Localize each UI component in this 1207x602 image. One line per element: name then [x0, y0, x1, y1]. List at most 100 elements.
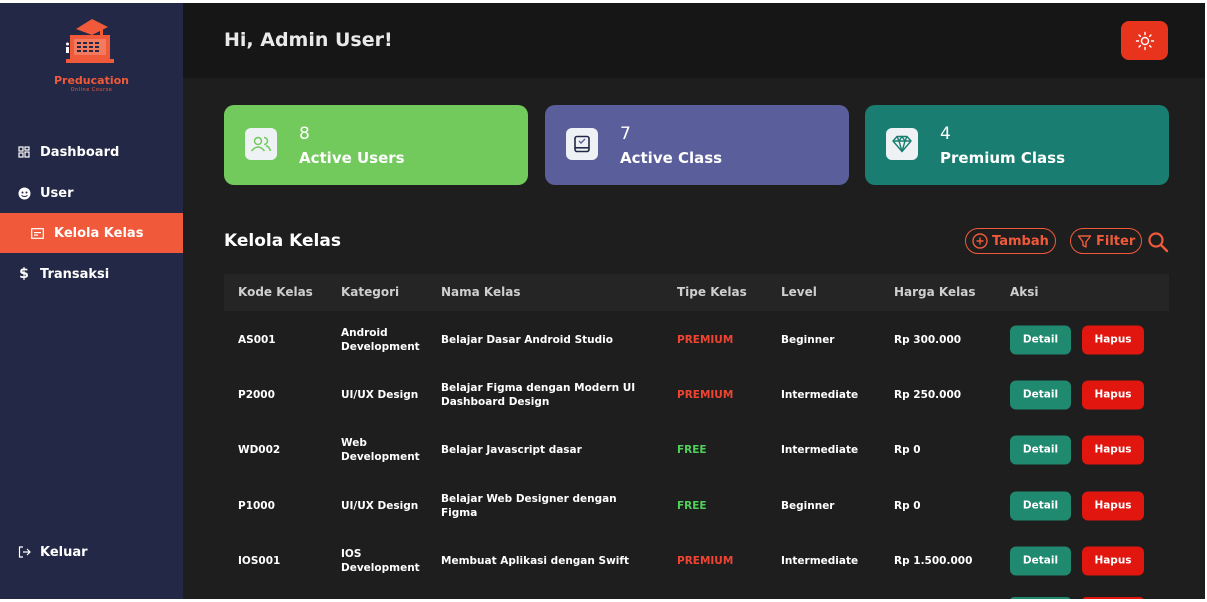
theme-toggle-button[interactable]: [1121, 21, 1168, 60]
sidebar-item-label: Dashboard: [40, 144, 120, 160]
table-row: AS001 Android Development Belajar Dasar …: [224, 312, 1169, 367]
sidebar-item-label: Transaksi: [40, 266, 110, 282]
cell-kategori: UI/UX Design: [341, 499, 419, 512]
sidebar-item-user[interactable]: User: [0, 173, 183, 213]
hapus-button[interactable]: Hapus: [1082, 435, 1144, 464]
table-header: Kode Kelas Kategori Nama Kelas Tipe Kela…: [224, 274, 1169, 311]
cell-level: Beginner: [781, 333, 835, 346]
detail-button[interactable]: Detail: [1010, 380, 1071, 409]
search-button[interactable]: [1147, 231, 1169, 253]
table-row: WD002 Web Development Belajar Javascript…: [224, 422, 1169, 477]
top-header: Hi, Admin User!: [183, 3, 1205, 78]
users-icon: [245, 128, 277, 160]
cell-kategori: Web Development: [341, 436, 420, 463]
cell-harga: Rp 300.000: [894, 333, 962, 346]
column-header-kategori[interactable]: Kategori: [341, 285, 399, 299]
table-row: P1000 UI/UX Design Belajar Web Designer …: [224, 478, 1169, 533]
cell-tipe: PREMIUM: [677, 388, 734, 401]
cell-kode: IOS001: [238, 554, 281, 567]
sidebar-item-label: User: [40, 185, 74, 201]
cell-nama: Belajar Web Designer dengan Figma: [441, 492, 617, 519]
column-header-aksi: Aksi: [1010, 285, 1039, 299]
plus-circle-icon: [972, 233, 988, 249]
column-header-tipe[interactable]: Tipe Kelas: [677, 285, 747, 299]
hapus-button[interactable]: Hapus: [1082, 325, 1144, 354]
table-row: IOS001 IOS Development Membuat Aplikasi …: [224, 533, 1169, 588]
sidebar: Preducation Online Course Dashboard User…: [0, 3, 183, 599]
sidebar-item-kelola-kelas[interactable]: Kelola Kelas: [0, 213, 183, 253]
column-header-kode[interactable]: Kode Kelas: [238, 285, 313, 299]
cell-nama: Belajar Javascript dasar: [441, 443, 582, 456]
filter-button[interactable]: Filter: [1070, 228, 1143, 254]
cell-tipe: PREMIUM: [677, 333, 734, 346]
cell-nama: Belajar Figma dengan Modern UI Dashboard…: [441, 381, 636, 408]
cell-level: Intermediate: [781, 443, 859, 456]
app-window: Preducation Online Course Dashboard User…: [0, 3, 1205, 599]
stat-card-premium-class[interactable]: 4 Premium Class: [865, 105, 1169, 185]
add-button[interactable]: Tambah: [965, 228, 1056, 254]
detail-button[interactable]: Detail: [1010, 546, 1071, 575]
brand-logo[interactable]: Preducation Online Course: [0, 15, 183, 95]
hapus-button[interactable]: Hapus: [1082, 380, 1144, 409]
cell-level: Intermediate: [781, 554, 859, 567]
column-header-nama[interactable]: Nama Kelas: [441, 285, 521, 299]
detail-button[interactable]: Detail: [1010, 491, 1071, 520]
cell-nama: Belajar Dasar Android Studio: [441, 333, 613, 346]
cell-kategori: UI/UX Design: [341, 388, 419, 401]
user-circle-icon: [17, 186, 31, 200]
laptop-logo-icon: [66, 19, 114, 63]
cell-tipe: PREMIUM: [677, 554, 734, 567]
brand-tagline: Online Course: [70, 87, 113, 93]
logout-button[interactable]: Keluar: [0, 532, 183, 572]
filter-icon: [1077, 234, 1092, 248]
stat-value: 4: [940, 124, 951, 144]
detail-button[interactable]: Detail: [1010, 325, 1071, 354]
brand-name: Preducation: [53, 74, 129, 87]
detail-button-partial[interactable]: [1010, 597, 1071, 599]
sidebar-item-transaksi[interactable]: $ Transaksi: [0, 254, 183, 294]
grid-icon: [17, 145, 31, 159]
column-header-harga[interactable]: Harga Kelas: [894, 285, 976, 299]
cell-tipe: FREE: [677, 443, 707, 456]
detail-button[interactable]: Detail: [1010, 435, 1071, 464]
cell-kategori: Android Development: [341, 326, 420, 353]
stat-label: Premium Class: [940, 149, 1065, 167]
cell-harga: Rp 0: [894, 443, 921, 456]
hapus-button[interactable]: Hapus: [1082, 546, 1144, 575]
cell-level: Intermediate: [781, 388, 859, 401]
cell-harga: Rp 0: [894, 499, 921, 512]
hapus-button[interactable]: Hapus: [1082, 491, 1144, 520]
greeting-title: Hi, Admin User!: [224, 29, 393, 51]
cell-kode: WD002: [238, 443, 281, 456]
sun-icon: [1135, 31, 1154, 50]
filter-label: Filter: [1096, 233, 1136, 249]
stat-value: 7: [620, 124, 631, 144]
stat-label: Active Class: [620, 149, 723, 167]
column-header-level[interactable]: Level: [781, 285, 817, 299]
class-icon: [566, 128, 598, 160]
add-label: Tambah: [992, 233, 1049, 249]
logout-icon: [17, 545, 31, 559]
table-row: P2000 UI/UX Design Belajar Figma dengan …: [224, 367, 1169, 422]
hapus-button-partial[interactable]: [1082, 597, 1144, 599]
cell-nama: Membuat Aplikasi dengan Swift: [441, 554, 629, 567]
section-title: Kelola Kelas: [224, 231, 341, 251]
cell-kode: P2000: [238, 388, 275, 401]
sidebar-item-label: Kelola Kelas: [54, 225, 144, 241]
cell-harga: Rp 250.000: [894, 388, 962, 401]
stat-card-active-users[interactable]: 8 Active Users: [224, 105, 528, 185]
cell-kategori: IOS Development: [341, 547, 420, 574]
search-icon: [1148, 232, 1169, 253]
cell-kode: AS001: [238, 333, 276, 346]
dollar-icon: $: [19, 266, 29, 282]
logout-label: Keluar: [40, 544, 88, 560]
diamond-icon: [886, 128, 918, 160]
stat-card-active-class[interactable]: 7 Active Class: [545, 105, 849, 185]
cell-tipe: FREE: [677, 499, 707, 512]
stat-label: Active Users: [299, 149, 405, 167]
cell-kode: P1000: [238, 499, 275, 512]
class-board-icon: [30, 226, 44, 240]
stat-value: 8: [299, 124, 310, 144]
sidebar-item-dashboard[interactable]: Dashboard: [0, 132, 183, 172]
cell-harga: Rp 1.500.000: [894, 554, 973, 567]
